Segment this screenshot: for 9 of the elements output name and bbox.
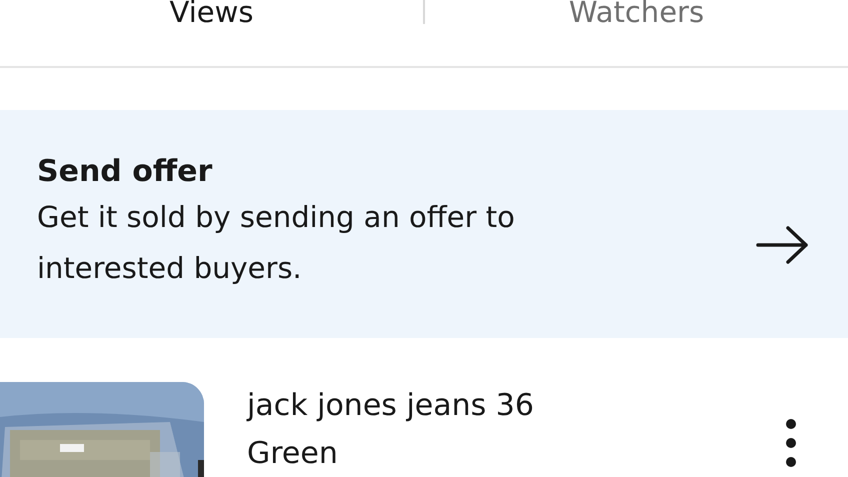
banner-title: Send offer	[37, 153, 214, 191]
stat-label: Watchers	[568, 0, 704, 28]
listing-subtitle: Green	[247, 435, 339, 473]
stat-label: Views	[170, 0, 254, 28]
arrow-right-icon	[756, 225, 810, 265]
send-offer-banner[interactable]: Send offer Get it sold by sending an offer to interested buyers.	[0, 110, 848, 338]
banner-description: Get it sold by sending an offer to interested buyers.	[37, 199, 516, 287]
listing-title: jack jones jeans 36	[247, 387, 535, 425]
more-options-icon[interactable]	[784, 418, 798, 468]
